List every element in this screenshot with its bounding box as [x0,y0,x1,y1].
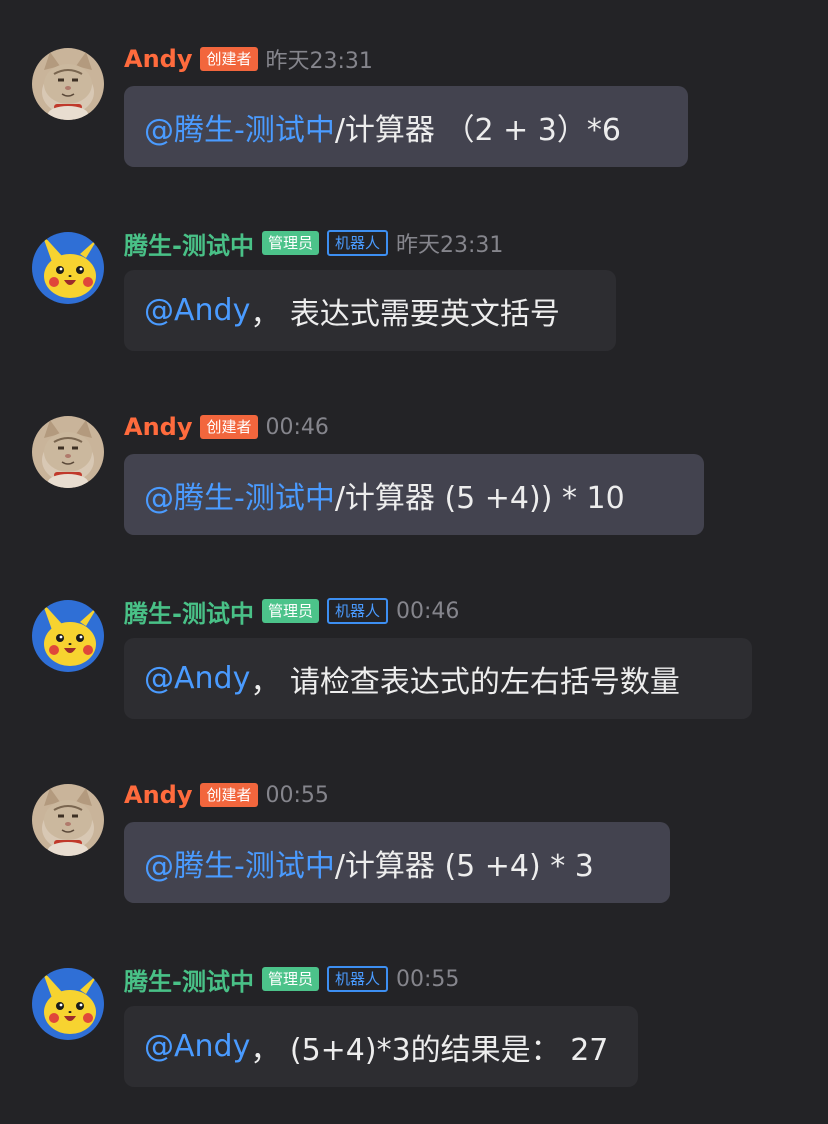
message-item: 腾生-测试中 管理员 机器人 昨天23:31 @Andy， 表达式需要英文括号 [0,224,828,408]
message-bubble[interactable]: @腾生-测试中 /计算器 (5 +4)) * 10 [124,454,704,535]
message-bubble[interactable]: @腾生-测试中 /计算器 （2 + 3）*6 [124,86,688,167]
creator-badge: 创建者 [200,47,258,71]
message-bubble[interactable]: @Andy， (5+4)*3的结果是： 27 [124,1006,638,1087]
message-text: ， 表达式需要英文括号 [250,296,560,332]
message-text: /计算器 （2 + 3）*6 [334,112,621,148]
chat-message-list: Andy 创建者 昨天23:31 @腾生-测试中 /计算器 （2 + 3）*6 [0,0,828,1124]
message-time: 00:55 [396,966,460,992]
message-text: ， (5+4)*3的结果是： 27 [250,1032,609,1068]
message-time: 00:46 [396,598,460,624]
message-bubble[interactable]: @腾生-测试中 /计算器 (5 +4) * 3 [124,822,670,903]
sender-name[interactable]: Andy [124,45,192,73]
sender-name[interactable]: Andy [124,413,192,441]
robot-badge: 机器人 [326,230,388,256]
pikachu-avatar-icon[interactable] [32,600,104,672]
message-bubble[interactable]: @Andy， 表达式需要英文括号 [124,270,616,351]
message-item: Andy 创建者 昨天23:31 @腾生-测试中 /计算器 （2 + 3）*6 [0,40,828,224]
mention-link[interactable]: @腾生-测试中 [144,105,335,149]
message-time: 昨天23:31 [265,49,373,74]
robot-badge: 机器人 [326,966,388,992]
pikachu-avatar-icon[interactable] [32,232,104,304]
message-header: 腾生-测试中 管理员 机器人 00:46 [124,594,460,629]
sender-name[interactable]: Andy [124,781,192,809]
cat-avatar-icon[interactable] [32,48,104,120]
message-item: Andy 创建者 00:55 @腾生-测试中 /计算器 (5 +4) * 3 [0,776,828,960]
admin-badge: 管理员 [261,231,319,255]
mention-link[interactable]: @腾生-测试中 [144,841,335,885]
sender-name[interactable]: 腾生-测试中 [124,594,254,629]
admin-badge: 管理员 [261,599,319,623]
mention-link[interactable]: @Andy [144,293,250,328]
creator-badge: 创建者 [200,783,258,807]
message-time: 昨天23:31 [396,233,504,258]
mention-link[interactable]: @Andy [144,661,250,696]
message-item: Andy 创建者 00:46 @腾生-测试中 /计算器 (5 +4)) * 10 [0,408,828,592]
pikachu-avatar-icon[interactable] [32,968,104,1040]
message-time: 00:55 [265,782,329,808]
mention-link[interactable]: @Andy [144,1029,250,1064]
admin-badge: 管理员 [261,967,319,991]
message-text: ， 请检查表达式的左右括号数量 [250,664,680,700]
message-item: 腾生-测试中 管理员 机器人 00:55 @Andy， (5+4)*3的结果是：… [0,960,828,1124]
message-item: 腾生-测试中 管理员 机器人 00:46 @Andy， 请检查表达式的左右括号数… [0,592,828,776]
mention-link[interactable]: @腾生-测试中 [144,473,335,517]
sender-name[interactable]: 腾生-测试中 [124,962,254,997]
message-header: 腾生-测试中 管理员 机器人 00:55 [124,962,460,997]
message-time: 00:46 [265,414,329,440]
message-header: Andy 创建者 00:46 [124,412,329,442]
robot-badge: 机器人 [326,598,388,624]
message-text: /计算器 (5 +4)) * 10 [334,480,625,516]
cat-avatar-icon[interactable] [32,416,104,488]
sender-name[interactable]: 腾生-测试中 [124,226,254,261]
message-bubble[interactable]: @Andy， 请检查表达式的左右括号数量 [124,638,752,719]
message-header: 腾生-测试中 管理员 机器人 昨天23:31 [124,226,504,261]
cat-avatar-icon[interactable] [32,784,104,856]
creator-badge: 创建者 [200,415,258,439]
message-text: /计算器 (5 +4) * 3 [334,848,594,884]
message-header: Andy 创建者 昨天23:31 [124,44,373,74]
message-header: Andy 创建者 00:55 [124,780,329,810]
